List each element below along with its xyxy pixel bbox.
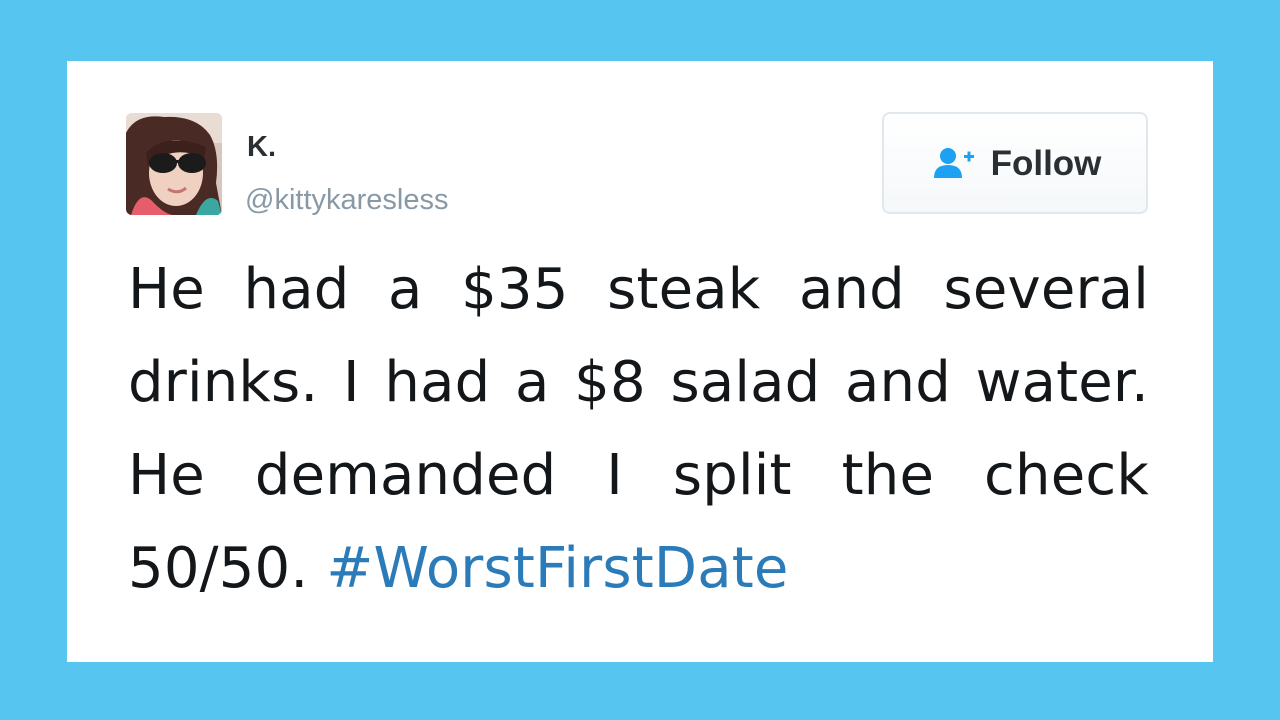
author-display-name[interactable]: K. [247, 133, 276, 162]
add-user-icon [933, 146, 977, 180]
tweet-text: He had a $35 steak and several drinks. I… [128, 243, 1149, 615]
follow-button[interactable]: Follow [882, 112, 1148, 214]
avatar[interactable] [126, 113, 222, 215]
follow-label: Follow [990, 143, 1102, 183]
tweet-card: K. @kittykaresless Follow He had a $35 s… [67, 61, 1213, 662]
author-handle[interactable]: @kittykaresless [245, 186, 448, 215]
hashtag-link[interactable]: #WorstFirstDate [326, 536, 788, 601]
